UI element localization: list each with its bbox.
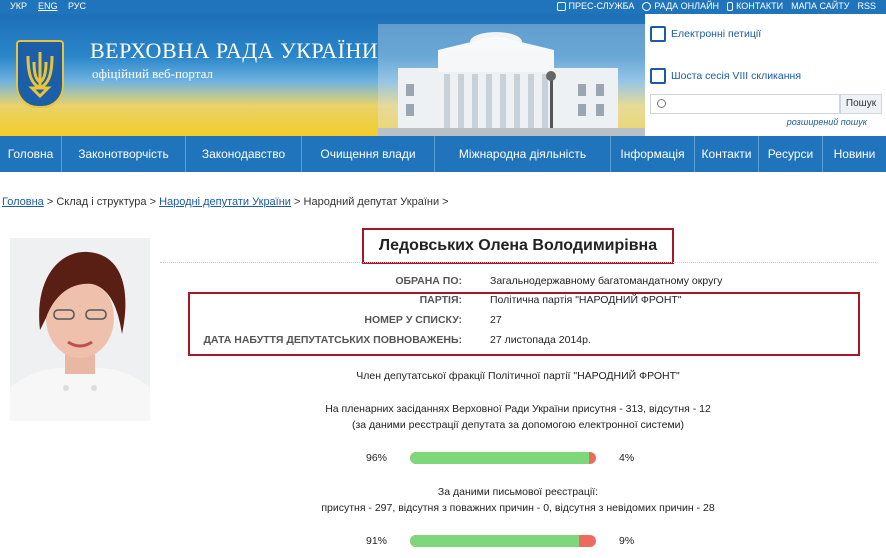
coat-of-arms-logo[interactable] — [16, 40, 64, 108]
lang-rus-link[interactable]: РУС — [68, 1, 86, 11]
e-petitions-link[interactable]: Електронні петиції — [650, 26, 761, 42]
nav-legislation[interactable]: Законодавство — [186, 136, 302, 172]
session-link[interactable]: Шоста сесія VIII скликання — [650, 68, 801, 84]
deputy-name: Ледовських Олена Володимирівна — [362, 228, 674, 264]
breadcrumb-structure: Склад і структура — [56, 196, 147, 208]
nav-contacts[interactable]: Контакти — [695, 136, 759, 172]
breadcrumb-deputies-link[interactable]: Народні депутати України — [159, 196, 291, 208]
attendance-bar-2 — [410, 535, 596, 547]
absent-percent-1: 4% — [619, 452, 635, 464]
header-side: Електронні петиції Шоста сесія VIII скли… — [645, 14, 886, 136]
nav-news[interactable]: Новини — [823, 136, 886, 172]
lang-eng-link[interactable]: ENG — [38, 1, 58, 11]
main-nav: Головна Законотворчість Законодавство Оч… — [0, 136, 886, 172]
mandate-date-label: ДАТА НАБУТТЯ ДЕПУТАТСЬКИХ ПОВНОВАЖЕНЬ: — [203, 334, 462, 346]
advanced-search-link[interactable]: розширений пошук — [787, 117, 867, 127]
nav-lawmaking[interactable]: Законотворчість — [62, 136, 186, 172]
parliament-building-image — [378, 24, 645, 136]
mandate-date-value: 27 листопада 2014р. — [490, 334, 591, 346]
breadcrumb: Головна > Склад і структура > Народні де… — [2, 196, 449, 208]
phone-icon — [727, 1, 734, 11]
sitemap-link[interactable]: МАПА САЙТУ — [791, 1, 849, 11]
attendance-bar-1 — [410, 452, 596, 464]
search-button[interactable]: Пошук — [840, 94, 882, 114]
calendar-icon — [650, 68, 666, 84]
attendance-bar-1-fill — [410, 452, 589, 464]
faction-text: Член депутатської фракції Політичної пар… — [356, 370, 680, 382]
present-percent-1: 96% — [366, 452, 388, 464]
breadcrumb-current: Народний депутат України — [303, 196, 440, 208]
lang-ukr-link[interactable]: УКР — [10, 1, 27, 11]
absent-percent-2: 9% — [619, 535, 635, 547]
edit-icon — [650, 26, 666, 42]
attendance-written-line1: За даними письмової реєстрації: — [437, 486, 599, 498]
nav-international[interactable]: Міжнародна діяльність — [435, 136, 611, 172]
party-label: ПАРТІЯ: — [419, 294, 462, 306]
rss-link[interactable]: RSS — [857, 1, 876, 11]
party-value: Політична партія "НАРОДНИЙ ФРОНТ" — [490, 294, 682, 306]
attendance-bar-2-fill — [410, 535, 580, 547]
press-service-link[interactable]: ПРЕС-СЛУЖБА — [556, 1, 634, 11]
site-title[interactable]: ВЕРХОВНА РАДА УКРАЇНИ — [90, 38, 378, 64]
list-number-value: 27 — [490, 314, 502, 326]
site-subtitle: офіційний веб-портал — [92, 66, 213, 81]
attendance-electronic-line1: На пленарних засіданнях Верховної Ради У… — [325, 403, 711, 415]
attendance-written-line2: присутня - 297, відсутня з поважних прич… — [321, 502, 715, 514]
elected-by-label: ОБРАНА ПО: — [395, 275, 462, 287]
nav-home[interactable]: Головна — [0, 136, 62, 172]
list-number-label: НОМЕР У СПИСКУ: — [364, 314, 462, 326]
top-bar: УКР ENG РУС ПРЕС-СЛУЖБА РАДА ОНЛАЙН КОНТ… — [0, 0, 886, 14]
nav-lustration[interactable]: Очищення влади — [302, 136, 435, 172]
rada-online-link[interactable]: РАДА ОНЛАЙН — [642, 1, 719, 11]
top-links: ПРЕС-СЛУЖБА РАДА ОНЛАЙН КОНТАКТИ МАПА СА… — [556, 1, 876, 11]
breadcrumb-home-link[interactable]: Головна — [2, 196, 44, 208]
deputy-photo — [10, 238, 150, 421]
attendance-electronic-line2: (за даними реєстрації депутата за допомо… — [351, 419, 685, 431]
document-icon — [556, 1, 566, 11]
broadcast-icon — [642, 1, 652, 11]
contacts-top-link[interactable]: КОНТАКТИ — [727, 1, 783, 11]
nav-information[interactable]: Інформація — [611, 136, 695, 172]
search-icon — [657, 99, 666, 108]
elected-by-value: Загальнодержавному багатомандатному окру… — [490, 275, 723, 287]
name-divider — [160, 262, 876, 263]
header: ВЕРХОВНА РАДА УКРАЇНИ офіційний веб-порт… — [0, 14, 886, 136]
search-input[interactable] — [650, 94, 840, 114]
header-banner: ВЕРХОВНА РАДА УКРАЇНИ офіційний веб-порт… — [0, 14, 645, 136]
present-percent-2: 91% — [366, 535, 388, 547]
nav-resources[interactable]: Ресурси — [759, 136, 823, 172]
